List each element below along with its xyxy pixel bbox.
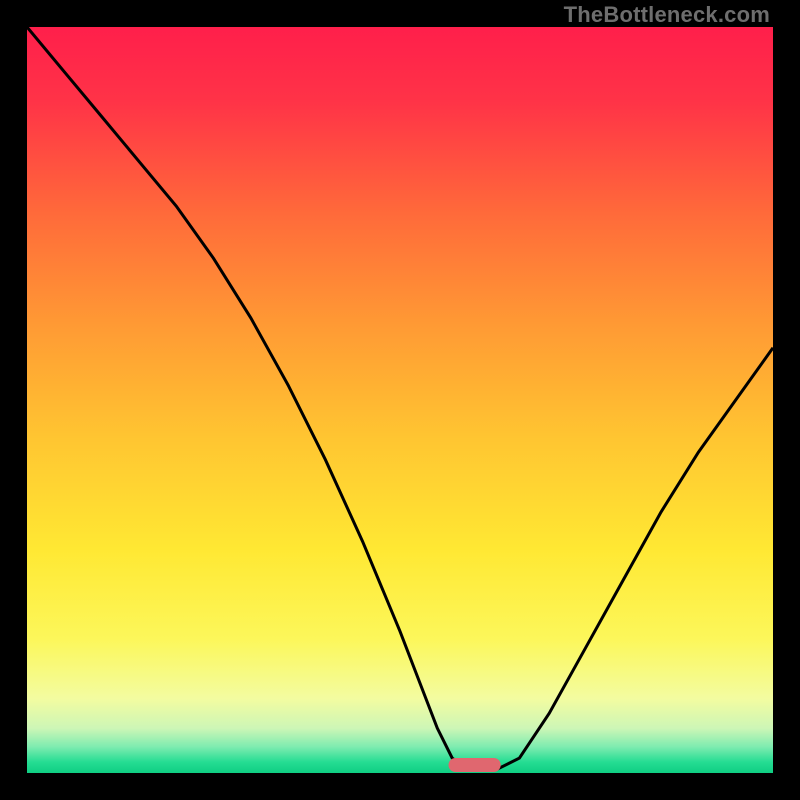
optimal-marker xyxy=(449,758,501,772)
gradient-background xyxy=(27,27,773,773)
bottleneck-chart xyxy=(27,27,773,773)
chart-frame xyxy=(27,27,773,773)
watermark-text: TheBottleneck.com xyxy=(564,2,770,28)
